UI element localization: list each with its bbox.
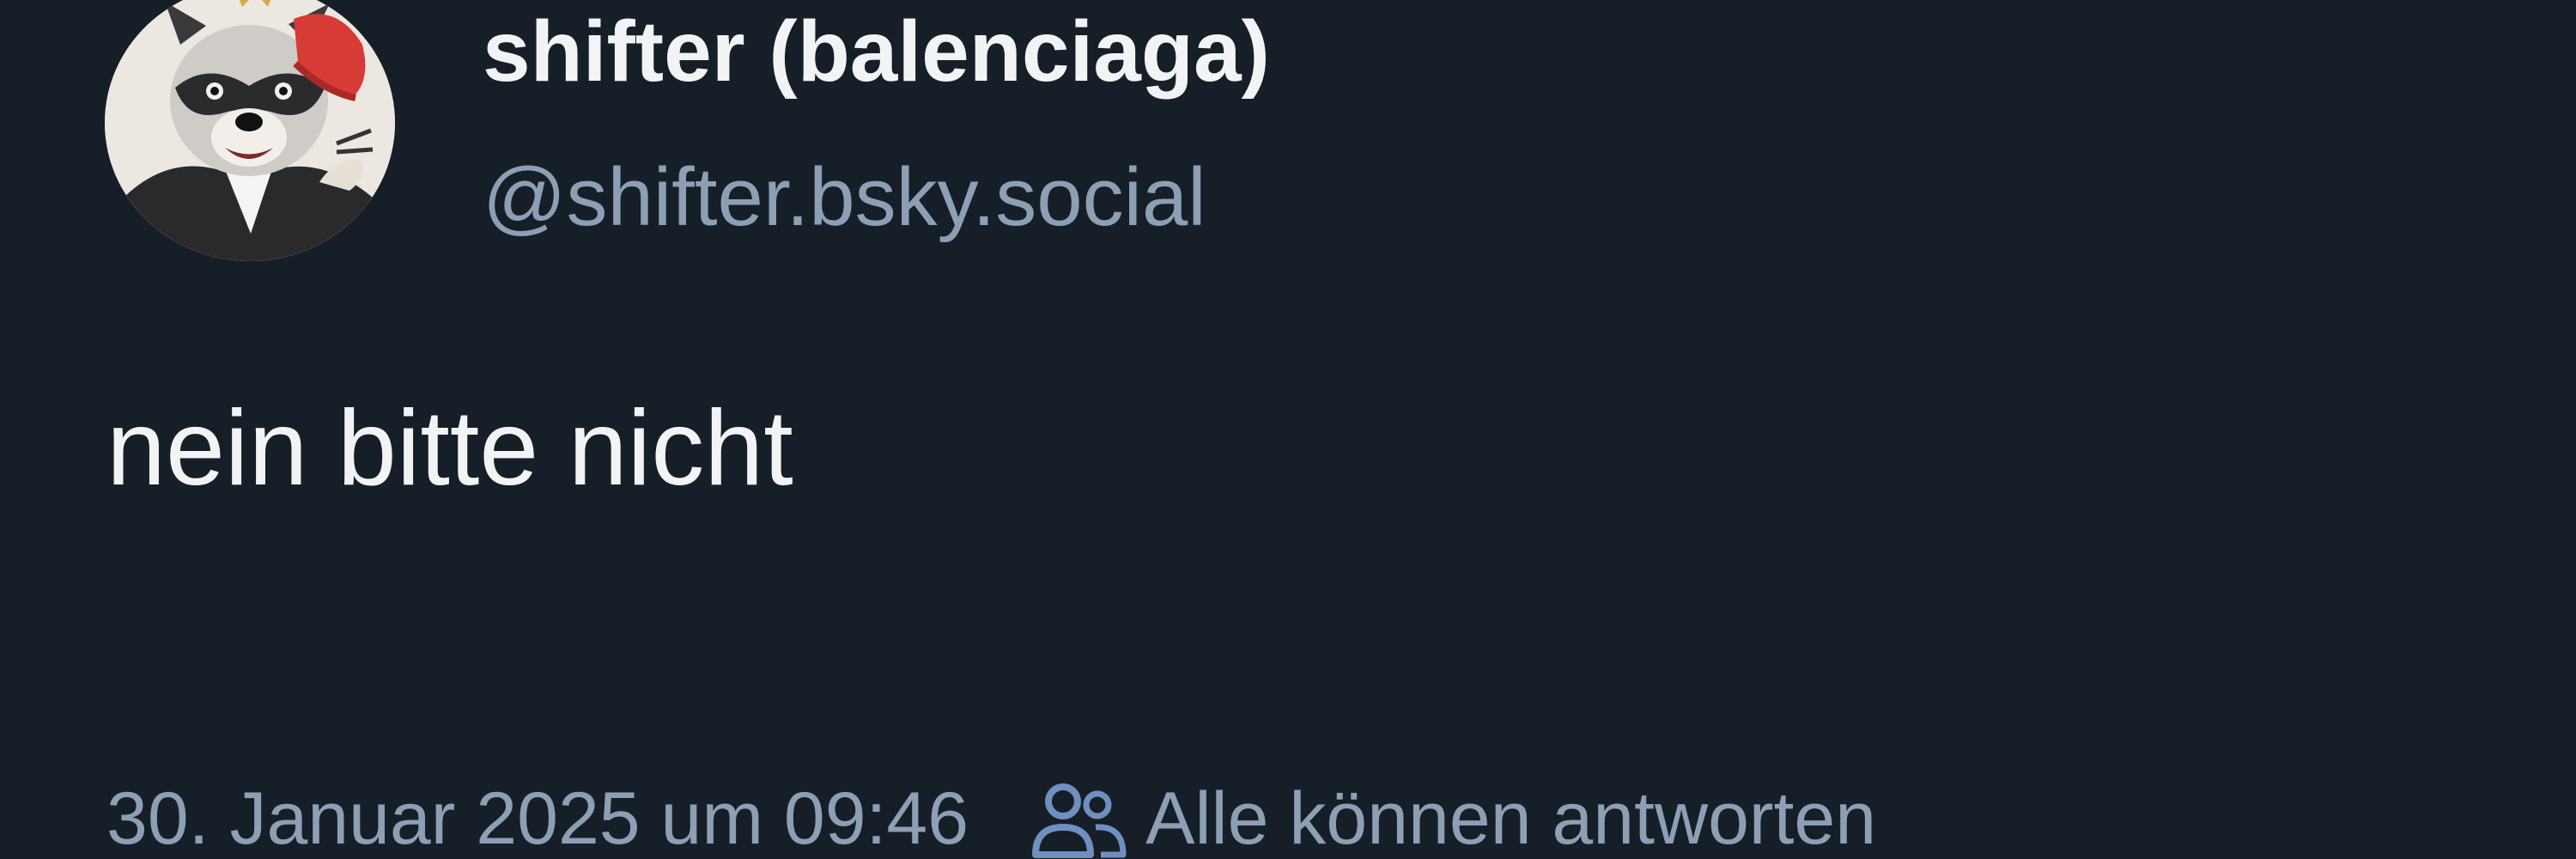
post-meta: 30. Januar 2025 um 09:46 Alle können ant… bbox=[106, 776, 1876, 859]
author-handle[interactable]: @shifter.bsky.social bbox=[483, 156, 1206, 239]
post-card: shifter (balenciaga) @shifter.bsky.socia… bbox=[0, 0, 2576, 859]
reply-setting-label[interactable]: Alle können antworten bbox=[1145, 782, 1876, 856]
people-icon bbox=[1027, 776, 1130, 859]
author-avatar[interactable] bbox=[105, 0, 395, 261]
raccoon-avatar-icon bbox=[105, 0, 395, 261]
post-text: nein bitte nicht bbox=[106, 389, 793, 508]
author-display-name[interactable]: shifter (balenciaga) bbox=[483, 9, 1270, 94]
post-timestamp: 30. Januar 2025 um 09:46 bbox=[106, 777, 969, 859]
